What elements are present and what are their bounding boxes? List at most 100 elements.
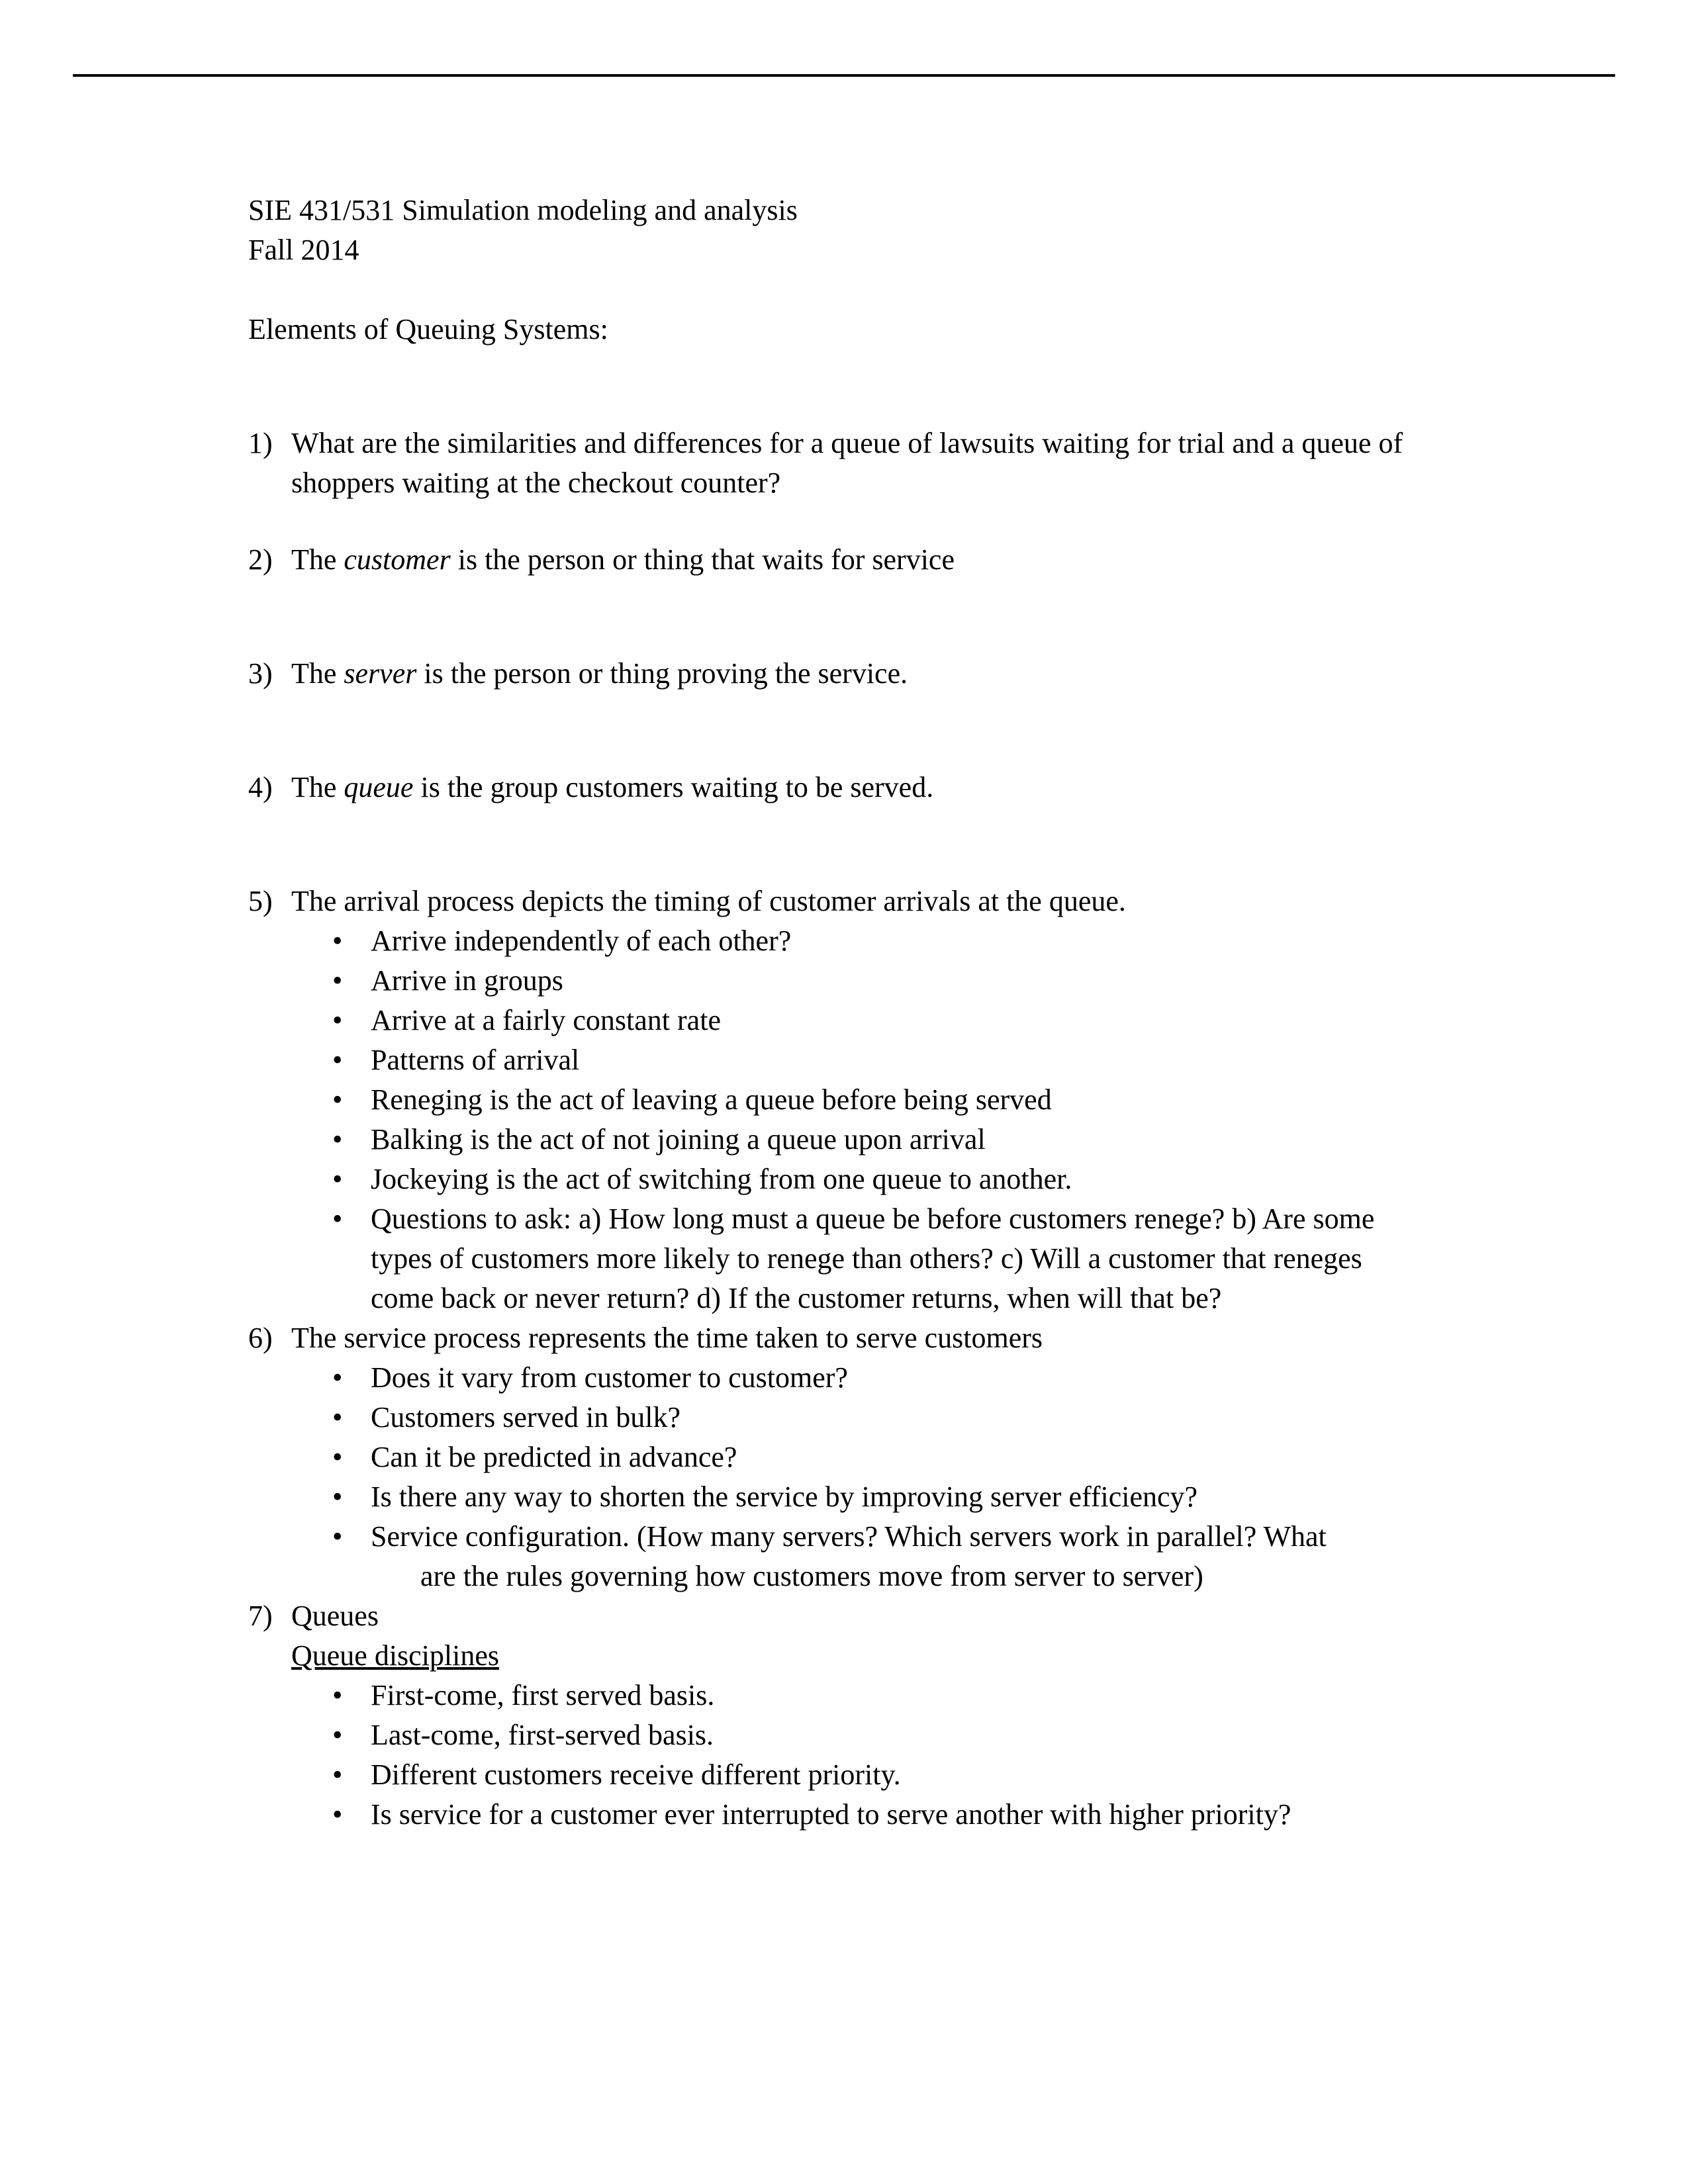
bullet-text: Does it vary from customer to customer?	[371, 1361, 848, 1394]
header-divider-rule	[73, 74, 1615, 77]
item-2-emphasis-customer: customer	[344, 543, 451, 576]
bullet-dot-icon: •	[332, 1044, 343, 1076]
bullet-dot-icon: •	[332, 1163, 343, 1195]
list-item-1-text: What are the similarities and difference…	[291, 427, 1403, 499]
bullet-text: Patterns of arrival	[371, 1044, 580, 1076]
bullet-dot-icon: •	[332, 1758, 343, 1791]
list-item-2-number: 2)	[248, 543, 273, 576]
list-item-6: 6) The service process represents the ti…	[248, 1318, 1410, 1596]
bullet-text: Is service for a customer ever interrupt…	[371, 1798, 1291, 1831]
list-item: • Jockeying is the act of switching from …	[318, 1160, 1410, 1199]
list-item: • Arrive independently of each other?	[318, 921, 1410, 961]
bullet-text: First-come, first served basis.	[371, 1679, 715, 1711]
list-item-5-number: 5)	[248, 885, 273, 917]
service-configuration-line-2: are the rules governing how customers mo…	[420, 1560, 1203, 1592]
list-item: • Patterns of arrival	[318, 1040, 1410, 1080]
section-heading: Elements of Queuing Systems:	[248, 313, 608, 345]
bullet-dot-icon: •	[332, 925, 343, 957]
list-item-7-number: 7)	[248, 1600, 273, 1632]
bullet-dot-icon: •	[332, 1520, 343, 1553]
queuing-elements-list: 1) What are the similarities and differe…	[248, 424, 1410, 1835]
spacer	[248, 580, 1410, 654]
course-title-line: SIE 431/531 Simulation modeling and anal…	[248, 194, 798, 226]
list-item-5-text: The arrival process depicts the timing o…	[291, 885, 1126, 917]
list-item-3: 3) The server is the person or thing pro…	[248, 654, 1410, 694]
item-2-prefix: The	[291, 543, 344, 576]
bullet-dot-icon: •	[332, 1798, 343, 1831]
bullet-dot-icon: •	[332, 964, 343, 997]
queue-disciplines-subheading-wrapper: Queue disciplines	[291, 1636, 1410, 1676]
bullet-text: Balking is the act of not joining a queu…	[371, 1123, 986, 1156]
spacer	[248, 503, 1410, 540]
bullet-text: Reneging is the act of leaving a queue b…	[371, 1083, 1052, 1116]
bullet-dot-icon: •	[332, 1480, 343, 1513]
bullet-dot-icon: •	[332, 1083, 343, 1116]
list-item-3-number: 3)	[248, 657, 273, 690]
list-item-6-text: The service process represents the time …	[291, 1322, 1043, 1354]
list-item-service-configuration: • Service configuration. (How many serve…	[318, 1517, 1410, 1596]
list-item: • Is there any way to shorten the service…	[318, 1477, 1410, 1517]
list-item: • Customers served in bulk?	[318, 1398, 1410, 1437]
list-item-4-text: The queue is the group customers waiting…	[291, 768, 1410, 807]
item-3-suffix: is the person or thing proving the servi…	[416, 657, 908, 690]
item-4-prefix: The	[291, 771, 344, 803]
list-item: • Questions to ask: a) How long must a qu…	[318, 1199, 1410, 1318]
bullet-dot-icon: •	[332, 1004, 343, 1036]
bullet-text: Is there any way to shorten the service …	[371, 1480, 1198, 1513]
bullet-dot-icon: •	[332, 1401, 343, 1433]
list-item-2: 2) The customer is the person or thing t…	[248, 540, 1410, 580]
bullet-text: Questions to ask: a) How long must a que…	[371, 1203, 1375, 1314]
list-item-1-number: 1)	[248, 427, 273, 459]
list-item-7-text: Queues	[291, 1600, 379, 1632]
item-2-suffix: is the person or thing that waits for se…	[450, 543, 955, 576]
bullet-dot-icon: •	[332, 1203, 343, 1235]
list-item: • Balking is the act of not joining a que…	[318, 1120, 1410, 1160]
arrival-process-bullets: • Arrive independently of each other? • Ar…	[291, 921, 1410, 1318]
bullet-text: Arrive independently of each other?	[371, 925, 792, 957]
service-process-bullets: • Does it vary from customer to customer?…	[291, 1358, 1410, 1596]
list-item: • Arrive at a fairly constant rate	[318, 1001, 1410, 1040]
term-line: Fall 2014	[248, 234, 359, 266]
list-item-6-number: 6)	[248, 1322, 273, 1354]
list-item-3-text: The server is the person or thing provin…	[291, 654, 1410, 694]
bullet-dot-icon: •	[332, 1719, 343, 1751]
bullet-dot-icon: •	[332, 1441, 343, 1473]
spacer	[248, 694, 1410, 768]
list-item-1: 1) What are the similarities and differe…	[248, 424, 1410, 503]
bullet-text: Jockeying is the act of switching from o…	[371, 1163, 1072, 1195]
item-4-suffix: is the group customers waiting to be ser…	[413, 771, 934, 803]
bullet-dot-icon: •	[332, 1123, 343, 1156]
document-body: SIE 431/531 Simulation modeling and anal…	[248, 191, 1410, 1835]
service-configuration-line-1: Service configuration. (How many servers…	[371, 1520, 1327, 1553]
list-item: • Does it vary from customer to customer?	[318, 1358, 1410, 1398]
list-item: • Can it be predicted in advance?	[318, 1437, 1410, 1477]
list-item: • Last-come, first-served basis.	[318, 1715, 1410, 1755]
list-item-4-number: 4)	[248, 771, 273, 803]
bullet-text: Last-come, first-served basis.	[371, 1719, 714, 1751]
list-item: • Different customers receive different p…	[318, 1755, 1410, 1795]
item-3-emphasis-server: server	[344, 657, 417, 690]
queue-discipline-bullets: • First-come, first served basis. • Last-c…	[291, 1676, 1410, 1835]
bullet-text: Can it be predicted in advance?	[371, 1441, 737, 1473]
list-item: • Reneging is the act of leaving a queue …	[318, 1080, 1410, 1120]
queue-disciplines-subheading: Queue disciplines	[291, 1639, 500, 1672]
bullet-text: Arrive in groups	[371, 964, 563, 997]
bullet-dot-icon: •	[332, 1361, 343, 1394]
list-item-7: 7) Queues Queue disciplines • First-come,…	[248, 1596, 1410, 1835]
bullet-dot-icon: •	[332, 1679, 343, 1711]
bullet-text: Customers served in bulk?	[371, 1401, 681, 1433]
spacer	[248, 807, 1410, 882]
bullet-text: Different customers receive different pr…	[371, 1758, 901, 1791]
list-item-4: 4) The queue is the group customers wait…	[248, 768, 1410, 807]
list-item: • First-come, first served basis.	[318, 1676, 1410, 1715]
list-item-5: 5) The arrival process depicts the timin…	[248, 882, 1410, 1318]
bullet-text: Arrive at a fairly constant rate	[371, 1004, 721, 1036]
list-item: • Arrive in groups	[318, 961, 1410, 1001]
list-item: • Is service for a customer ever interrup…	[318, 1795, 1410, 1835]
list-item-2-text: The customer is the person or thing that…	[291, 540, 1410, 580]
item-4-emphasis-queue: queue	[344, 771, 414, 803]
item-3-prefix: The	[291, 657, 344, 690]
document-page: SIE 431/531 Simulation modeling and anal…	[0, 0, 1688, 2184]
